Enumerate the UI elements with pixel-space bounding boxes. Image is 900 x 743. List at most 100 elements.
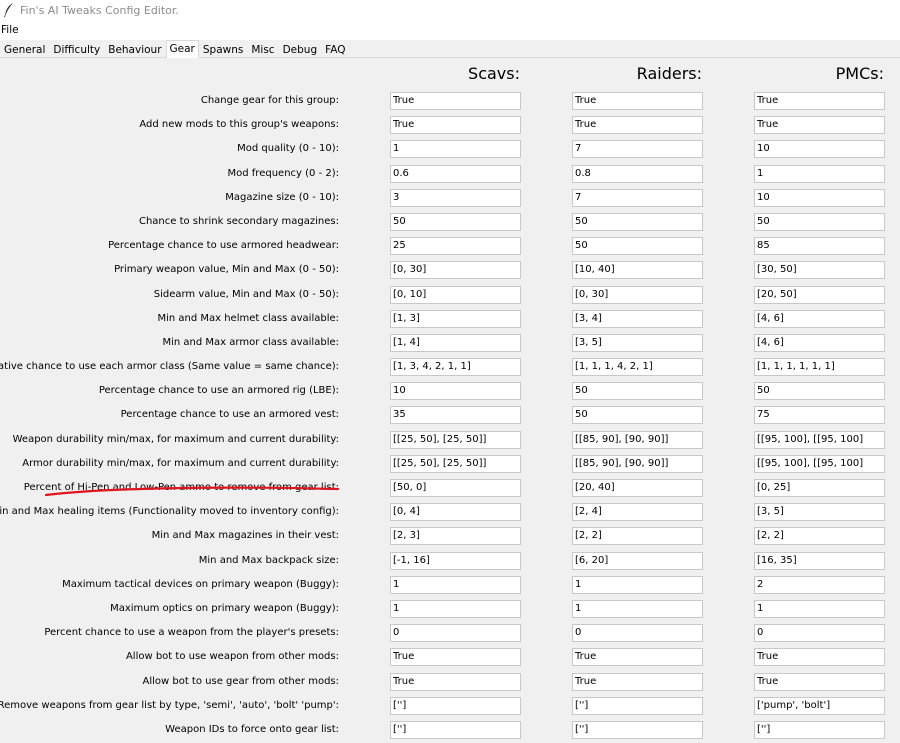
window-title: Fin's AI Tweaks Config Editor. (20, 3, 179, 17)
pmcs-value-field[interactable]: 50 (754, 212, 885, 231)
raiders-value-field[interactable]: [''] (572, 720, 703, 739)
raiders-value-field[interactable]: [1, 1, 1, 4, 2, 1] (572, 358, 703, 377)
pmcs-value-field[interactable]: ['pump', 'bolt'] (754, 696, 885, 715)
raiders-value-field[interactable]: [6, 20] (572, 551, 703, 570)
scavs-value-field[interactable]: [1, 4] (390, 333, 521, 352)
pmcs-value-field[interactable]: 85 (754, 237, 885, 256)
settings-row: Relative chance to use each armor class … (0, 356, 900, 380)
raiders-value-field[interactable]: 1 (572, 575, 703, 594)
scavs-value-field[interactable]: [0, 4] (390, 503, 521, 522)
pmcs-value-field[interactable]: [16, 35] (754, 551, 885, 570)
scavs-value-field[interactable]: [0, 30] (390, 261, 521, 280)
pmcs-value-field[interactable]: [20, 50] (754, 285, 885, 304)
setting-label: Percentage chance to use armored headwea… (108, 240, 339, 252)
raiders-value-field[interactable]: 50 (572, 382, 703, 401)
pmcs-value-field[interactable]: 75 (754, 406, 885, 425)
pmcs-value-field[interactable]: [[95, 100], [[95, 100] (754, 430, 885, 449)
raiders-value-field[interactable]: [2, 4] (572, 503, 703, 522)
scavs-value-field[interactable]: [[25, 50], [25, 50]] (390, 454, 521, 473)
scavs-value-field[interactable]: 3 (390, 188, 521, 207)
scavs-value-field[interactable]: [1, 3, 4, 2, 1, 1] (390, 358, 521, 377)
raiders-value-field[interactable]: 50 (572, 237, 703, 256)
scavs-value-field[interactable]: 50 (390, 212, 521, 231)
pmcs-value-field[interactable]: [[95, 100], [[95, 100] (754, 454, 885, 473)
raiders-value-field[interactable]: 0.8 (572, 164, 703, 183)
raiders-value-field[interactable]: [20, 40] (572, 479, 703, 497)
raiders-value-field[interactable]: True (572, 648, 703, 667)
tab-debug[interactable]: Debug (279, 41, 322, 57)
setting-label: Allow bot to use weapon from other mods: (125, 651, 339, 663)
tab-behaviour[interactable]: Behaviour (104, 41, 165, 57)
pmcs-value-field[interactable]: True (754, 672, 885, 691)
pmcs-value-field[interactable]: True (754, 116, 885, 135)
scavs-value-field[interactable]: [0, 10] (390, 285, 521, 304)
scavs-value-field[interactable]: 35 (390, 406, 521, 425)
scavs-value-field[interactable]: [-1, 16] (390, 551, 521, 570)
scavs-value-field[interactable]: True (390, 92, 521, 110)
settings-row: Change gear for this group: True True True (0, 90, 900, 114)
pmcs-value-field[interactable]: [1, 1, 1, 1, 1, 1] (754, 358, 885, 377)
scavs-value-field[interactable]: True (390, 648, 521, 667)
tab-faq[interactable]: FAQ (321, 41, 349, 57)
scavs-value-field[interactable]: 1 (390, 599, 521, 618)
pmcs-value-field[interactable]: True (754, 648, 885, 667)
pmcs-value-field[interactable]: 50 (754, 382, 885, 401)
pmcs-value-field[interactable]: 1 (754, 599, 885, 618)
pmcs-value-field[interactable]: [4, 6] (754, 333, 885, 352)
scavs-value-field[interactable]: 0.6 (390, 164, 521, 183)
scavs-value-field[interactable]: 10 (390, 382, 521, 401)
pmcs-value-field[interactable]: 10 (754, 188, 885, 207)
pmcs-value-field[interactable]: [''] (754, 720, 885, 739)
raiders-value-field[interactable]: [''] (572, 696, 703, 715)
scavs-value-field[interactable]: True (390, 116, 521, 135)
scavs-value-field[interactable]: [[25, 50], [25, 50]] (390, 430, 521, 449)
scavs-value-field[interactable]: [1, 3] (390, 309, 521, 328)
pmcs-value-field[interactable]: [30, 50] (754, 261, 885, 280)
scavs-value-field[interactable]: [''] (390, 696, 521, 715)
scavs-value-field[interactable]: 1 (390, 140, 521, 159)
scavs-value-field[interactable]: [2, 3] (390, 527, 521, 546)
tab-general[interactable]: General (0, 41, 49, 57)
scavs-value-field[interactable]: 0 (390, 624, 521, 643)
pmcs-value-field[interactable]: 0 (754, 624, 885, 643)
column-header-raiders: Raiders: (636, 64, 702, 83)
raiders-value-field[interactable]: [10, 40] (572, 261, 703, 280)
raiders-value-field[interactable]: [3, 5] (572, 333, 703, 352)
raiders-value-field[interactable]: 7 (572, 188, 703, 207)
scavs-value-field[interactable]: 25 (390, 237, 521, 256)
raiders-value-field[interactable]: [3, 4] (572, 309, 703, 328)
settings-row: Add new mods to this group's weapons: Tru… (0, 114, 900, 138)
pmcs-value-field[interactable]: 2 (754, 575, 885, 594)
raiders-value-field[interactable]: [2, 2] (572, 527, 703, 546)
pmcs-value-field[interactable]: [3, 5] (754, 503, 885, 522)
settings-row: Min and Max helmet class available: [1, 3… (0, 308, 900, 332)
pmcs-value-field[interactable]: True (754, 92, 885, 110)
scavs-value-field[interactable]: True (390, 672, 521, 691)
raiders-value-field[interactable]: [0, 30] (572, 285, 703, 304)
scavs-value-field[interactable]: 1 (390, 575, 521, 594)
tab-spawns[interactable]: Spawns (199, 41, 247, 57)
pmcs-value-field[interactable]: 1 (754, 164, 885, 183)
raiders-value-field[interactable]: [[85, 90], [90, 90]] (572, 430, 703, 449)
raiders-value-field[interactable]: True (572, 116, 703, 135)
tab-misc[interactable]: Misc (247, 41, 278, 57)
tab-difficulty[interactable]: Difficulty (49, 41, 104, 57)
raiders-value-field[interactable]: True (572, 92, 703, 110)
raiders-value-field[interactable]: 7 (572, 140, 703, 159)
pmcs-value-field[interactable]: [4, 6] (754, 309, 885, 328)
scavs-value-field[interactable]: [''] (390, 720, 521, 739)
raiders-value-field[interactable]: 50 (572, 406, 703, 425)
pmcs-value-field[interactable]: 10 (754, 140, 885, 159)
settings-row: Weapon IDs to force onto gear list: [''] [… (0, 719, 900, 743)
menu-file[interactable]: File (0, 24, 22, 36)
tab-gear[interactable]: Gear (165, 40, 199, 58)
pmcs-value-field[interactable]: [2, 2] (754, 527, 885, 546)
scavs-value-field[interactable]: [50, 0] (390, 479, 521, 497)
pmcs-value-field[interactable]: [0, 25] (754, 479, 885, 497)
raiders-value-field[interactable]: 50 (572, 212, 703, 231)
raiders-value-field[interactable]: 1 (572, 599, 703, 618)
raiders-value-field[interactable]: 0 (572, 624, 703, 643)
setting-label: Min and Max armor class available: (162, 336, 340, 348)
raiders-value-field[interactable]: True (572, 672, 703, 691)
raiders-value-field[interactable]: [[85, 90], [90, 90]] (572, 454, 703, 473)
